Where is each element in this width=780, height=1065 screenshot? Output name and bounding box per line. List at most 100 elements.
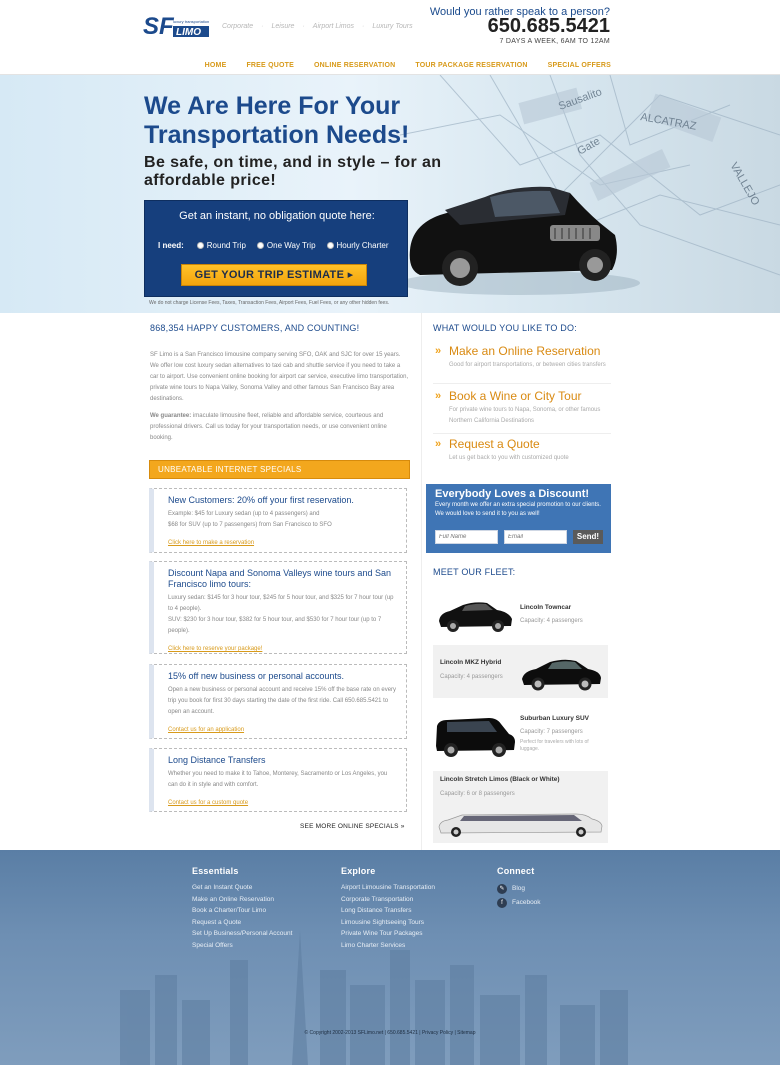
discount-signup-box: Everybody Loves a Discount! Every month … [426,484,611,553]
actions-section: WHAT WOULD YOU LIKE TO DO: [433,323,611,333]
see-more-label: SEE MORE ONLINE SPECIALS [300,823,399,830]
fleet-capacity: Capacity: 7 passengers [520,729,583,735]
footer-connect: Connect ✎ Blog f Facebook [497,866,541,910]
chevron-right-icon: » [435,390,442,402]
footer-link[interactable]: Make an Online Reservation [192,894,292,906]
footer-heading: Essentials [192,866,239,876]
action-request-quote[interactable]: » Request a Quote Let us get back to you… [433,437,611,467]
special-line: Luxury sedan: $145 for 3 hour tour, $245… [168,595,394,612]
special-line: Open a new business or personal account … [168,687,397,715]
fleet-note: Perfect for travelers with lots of lugga… [520,739,589,752]
fleet-name: Lincoln Stretch Limos (Black or White) [440,776,560,783]
radio-hourly-charter[interactable]: Hourly Charter [326,241,389,250]
fleet-item[interactable]: Lincoln Towncar Capacity: 4 passengers [433,587,608,639]
nav-home[interactable]: HOME [205,62,227,69]
footer-link[interactable]: Corporate Transportation [341,894,435,906]
svg-text:Gate: Gate [576,135,603,157]
svg-text:VALLEJO: VALLEJO [727,161,761,209]
action-desc: For private wine tours to Napa, Sonoma, … [449,407,601,424]
discount-form: Send! [435,530,603,544]
footer-link[interactable]: Limo Charter Services [341,940,435,952]
tagline-item: Corporate [222,23,254,30]
action-title: Book a Wine or City Tour [449,389,582,403]
radio-label: One Way Trip [266,241,316,250]
radio-one-way-trip[interactable]: One Way Trip [256,241,316,250]
fleet-capacity: Capacity: 4 passengers [520,618,583,624]
tagline: Corporate · Leisure · Airport Limos · Luxur… [222,23,413,30]
footer-link[interactable]: Request a Quote [192,917,292,929]
radio-round-trip[interactable]: Round Trip [196,241,246,250]
blog-icon: ✎ [497,884,507,894]
phone-number[interactable]: 650.685.5421 [488,15,610,38]
chevron-right-icon: » [435,438,442,450]
footer-link[interactable]: Book a Charter/Tour Limo [192,905,292,917]
main-nav: HOME FREE QUOTE ONLINE RESERVATION TOUR … [205,62,611,69]
hero-subtitle: Be safe, on time, and in style – for an … [144,154,442,189]
footer-essentials: Essentials Get an Instant Quote Make an … [192,866,292,951]
footer-link[interactable]: Airport Limousine Transportation [341,882,435,894]
footer-link[interactable]: Get an Instant Quote [192,882,292,894]
nav-free-quote[interactable]: FREE QUOTE [246,62,294,69]
action-desc: Let us get back to you with customized q… [449,455,569,461]
application-link[interactable]: Contact us for an application [168,727,244,733]
footer-link[interactable]: Private Wine Tour Packages [341,928,435,940]
footer-link[interactable]: Limousine Sightseeing Tours [341,917,435,929]
intro-paragraph: SF Limo is a San Francisco limousine com… [150,352,409,402]
send-button[interactable]: Send! [573,530,603,544]
footer-link[interactable]: Special Offers [192,940,292,952]
svg-text:luxury transportation: luxury transportation [173,19,209,24]
fleet-capacity: Capacity: 6 or 8 passengers [440,791,515,797]
action-book-tour[interactable]: » Book a Wine or City Tour For private w… [433,389,611,434]
nav-tour-package-reservation[interactable]: TOUR PACKAGE RESERVATION [415,62,527,69]
svg-text:LIMO: LIMO [176,27,201,38]
sf-limo-logo[interactable]: SF LIMO luxury transportation [143,12,211,40]
fleet-capacity: Capacity: 4 passengers [440,674,503,680]
guarantee-paragraph: We guarantee: imaculate limousine fleet,… [150,411,410,444]
actions-heading: WHAT WOULD YOU LIKE TO DO: [433,323,577,333]
radio-label: Hourly Charter [336,241,389,250]
radio-circle-icon[interactable] [326,242,334,249]
email-input[interactable] [504,530,567,544]
stretch-limo-image [438,813,603,837]
see-more-specials-link[interactable]: SEE MORE ONLINE SPECIALS » [300,823,405,830]
full-name-input[interactable] [435,530,498,544]
social-label: Facebook [512,899,541,906]
site-footer: Essentials Get an Instant Quote Make an … [0,850,780,1065]
special-line: Whether you need to make it to Tahoe, Mo… [168,771,388,788]
special-title: Long Distance Transfers [168,755,266,765]
fleet-item[interactable]: Suburban Luxury SUV Capacity: 7 passenge… [433,706,608,764]
special-title: Discount Napa and Sonoma Valleys wine to… [168,568,391,589]
nav-online-reservation[interactable]: ONLINE RESERVATION [314,62,395,69]
footer-link[interactable]: Set Up Business/Personal Account [192,928,292,940]
special-title: New Customers: 20% off your first reserv… [168,495,354,505]
action-make-reservation[interactable]: » Make an Online Reservation Good for ai… [433,344,611,384]
footer-heading: Explore [341,866,376,876]
site-header: SF LIMO luxury transportation Corporate ·… [0,0,780,75]
facebook-icon: f [497,898,507,908]
hero-banner: Sausalito ALCATRAZ Gate VALLEJO We Are H… [0,75,780,313]
radio-circle-icon[interactable] [256,242,264,249]
fleet-item[interactable]: Lincoln MKZ Hybrid Capacity: 4 passenger… [433,645,608,698]
tagline-item: Airport Limos [312,23,355,30]
fleet-item[interactable]: Lincoln Stretch Limos (Black or White) C… [433,771,608,843]
need-label: I need: [158,241,184,250]
nav-special-offers[interactable]: SPECIAL OFFERS [548,62,611,69]
tagline-item: Leisure [271,23,295,30]
radio-circle-icon[interactable] [196,242,204,249]
tagline-item: Luxury Tours [372,23,413,30]
make-reservation-link[interactable]: Click here to make a reservation [168,540,254,546]
blog-link[interactable]: ✎ Blog [497,882,541,896]
intro-section: 868,354 HAPPY CUSTOMERS, AND COUNTING! S… [150,323,410,444]
customers-heading: 868,354 HAPPY CUSTOMERS, AND COUNTING! [150,323,360,333]
reserve-package-link[interactable]: Click here to reserve your package! [168,646,262,652]
hero-title: We Are Here For Your Transportation Need… [144,92,410,149]
radio-label: Round Trip [206,241,246,250]
action-title: Make an Online Reservation [449,344,601,358]
city-map-background: Sausalito ALCATRAZ Gate VALLEJO [400,75,780,295]
fleet-name: Suburban Luxury SUV [520,715,589,722]
footer-link[interactable]: Long Distance Transfers [341,905,435,917]
facebook-link[interactable]: f Facebook [497,896,541,910]
custom-quote-link[interactable]: Contact us for a custom quote [168,800,248,806]
suburban-suv-image [436,718,515,757]
get-trip-estimate-button[interactable]: GET YOUR TRIP ESTIMATE ▸ [181,264,367,286]
